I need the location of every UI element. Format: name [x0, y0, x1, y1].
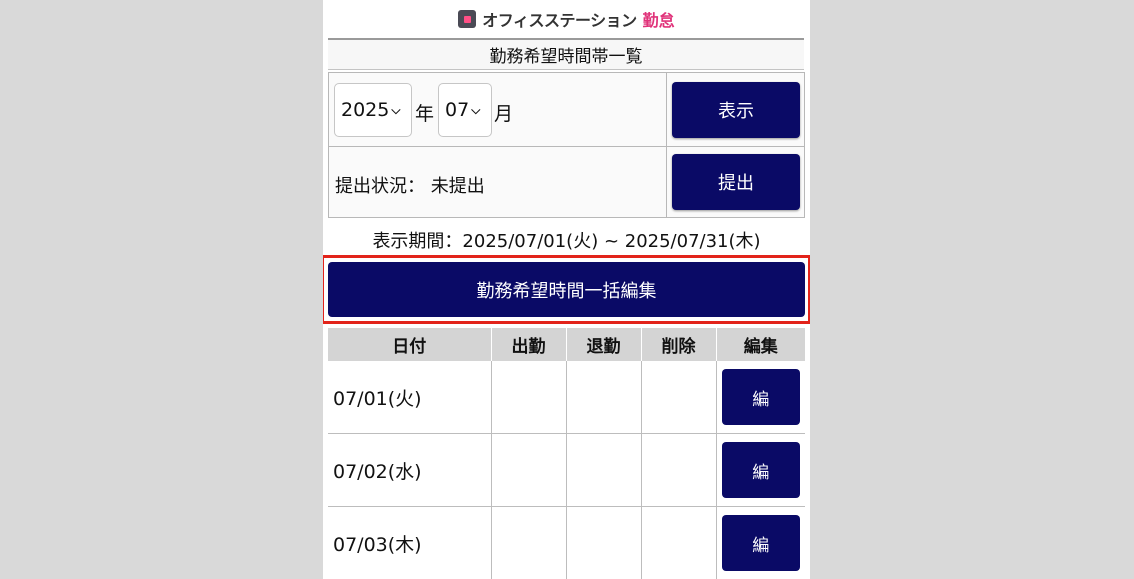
date-cell: 07/03(木) [328, 506, 492, 579]
date-cell: 07/01(火) [328, 361, 492, 434]
table-row: 07/03(木) 編 [328, 506, 805, 579]
column-header-delete: 削除 [641, 328, 717, 361]
table-header-row: 日付 出勤 退勤 削除 編集 [328, 328, 805, 361]
column-header-edit: 編集 [716, 328, 805, 361]
brand-name: オフィスステーション [482, 11, 637, 30]
delete-cell [641, 506, 717, 579]
column-header-date: 日付 [328, 328, 492, 361]
brand-product: 勤怠 [642, 11, 675, 30]
filter-form: 2025 ⌵ 年 07 ⌵ 月 表示 提出状況： 未提出 提出 [328, 72, 805, 218]
date-cell: 07/02(水) [328, 433, 492, 507]
schedule-table: 日付 出勤 退勤 削除 編集 07/01(火) 編 07/02(水) 編 07/… [328, 328, 805, 579]
delete-cell [641, 361, 717, 434]
bulk-edit-button[interactable]: 勤務希望時間一括編集 [328, 262, 805, 317]
status-row: 提出状況： 未提出 提出 [329, 146, 804, 217]
table-row: 07/01(火) 編 [328, 361, 805, 434]
year-select-value: 2025 [341, 99, 390, 121]
edit-cell: 編 [716, 506, 805, 579]
page-title: 勤務希望時間帯一覧 [328, 38, 804, 70]
show-button[interactable]: 表示 [672, 82, 800, 138]
status-label: 提出状況： [335, 176, 425, 197]
end-cell [566, 361, 642, 434]
month-select[interactable]: 07 ⌵ [438, 83, 492, 137]
delete-cell [641, 433, 717, 507]
start-cell [491, 506, 567, 579]
start-cell [491, 361, 567, 434]
submission-status: 提出状況： 未提出 [335, 172, 485, 198]
app-header: オフィスステーション 勤怠 [323, 0, 810, 38]
period-select-row: 2025 ⌵ 年 07 ⌵ 月 表示 [329, 73, 804, 147]
edit-cell: 編 [716, 361, 805, 434]
end-cell [566, 433, 642, 507]
status-value: 未提出 [430, 176, 485, 197]
start-cell [491, 433, 567, 507]
chevron-down-icon: ⌵ [471, 102, 481, 117]
month-unit-label: 月 [494, 103, 514, 125]
column-header-end: 退勤 [566, 328, 642, 361]
end-cell [566, 506, 642, 579]
year-select[interactable]: 2025 ⌵ [334, 83, 412, 137]
month-select-value: 07 [445, 99, 470, 121]
form-divider [666, 73, 667, 217]
edit-button[interactable]: 編 [721, 369, 800, 425]
edit-button[interactable]: 編 [721, 442, 800, 498]
brand-logo-icon [458, 10, 477, 28]
edit-cell: 編 [716, 433, 805, 507]
column-header-start: 出勤 [491, 328, 567, 361]
main-panel: オフィスステーション 勤怠 勤務希望時間帯一覧 2025 ⌵ 年 07 ⌵ 月 … [323, 0, 810, 579]
submit-button[interactable]: 提出 [672, 154, 800, 210]
year-unit-label: 年 [415, 103, 435, 125]
edit-button[interactable]: 編 [721, 515, 800, 571]
display-period: 表示期間：2025/07/01(火) ~ 2025/07/31(木) [372, 231, 761, 252]
table-row: 07/02(水) 編 [328, 433, 805, 507]
chevron-down-icon: ⌵ [391, 102, 401, 117]
